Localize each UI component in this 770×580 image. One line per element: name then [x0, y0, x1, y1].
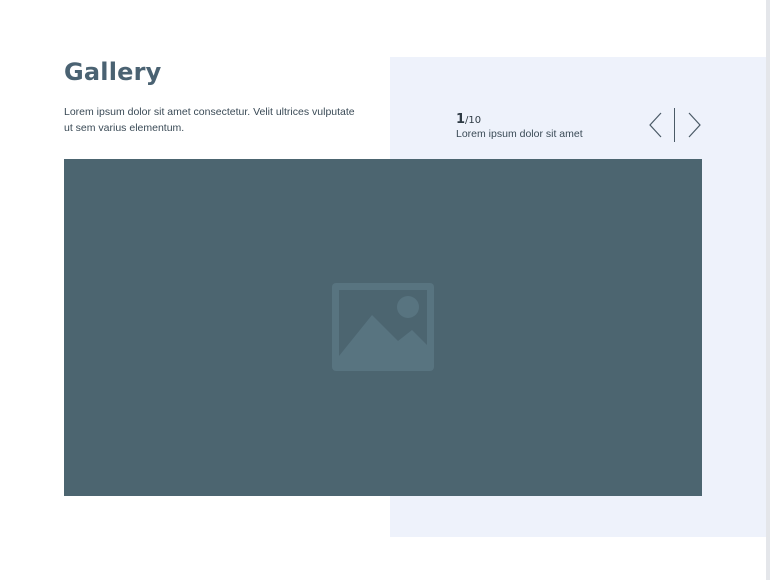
slide-caption: Lorem ipsum dolor sit amet: [456, 128, 583, 140]
previous-slide-button[interactable]: [646, 110, 666, 140]
chevron-left-icon: [649, 112, 662, 138]
slide-current: 1: [456, 112, 466, 127]
chevron-right-icon: [688, 112, 701, 138]
slide-total: /10: [465, 115, 482, 126]
gallery-description: Lorem ipsum dolor sit amet consectetur. …: [64, 106, 355, 134]
gallery-title: Gallery: [64, 58, 162, 86]
slide-counter: 1/10: [456, 108, 481, 127]
next-slide-button[interactable]: [684, 110, 704, 140]
nav-divider: [674, 108, 675, 142]
scrollbar[interactable]: [766, 0, 770, 580]
image-placeholder-icon: [332, 283, 434, 371]
slide-navigation: [644, 106, 706, 144]
gallery-page: Gallery Lorem ipsum dolor sit amet conse…: [0, 0, 770, 580]
gallery-image: [64, 159, 702, 496]
